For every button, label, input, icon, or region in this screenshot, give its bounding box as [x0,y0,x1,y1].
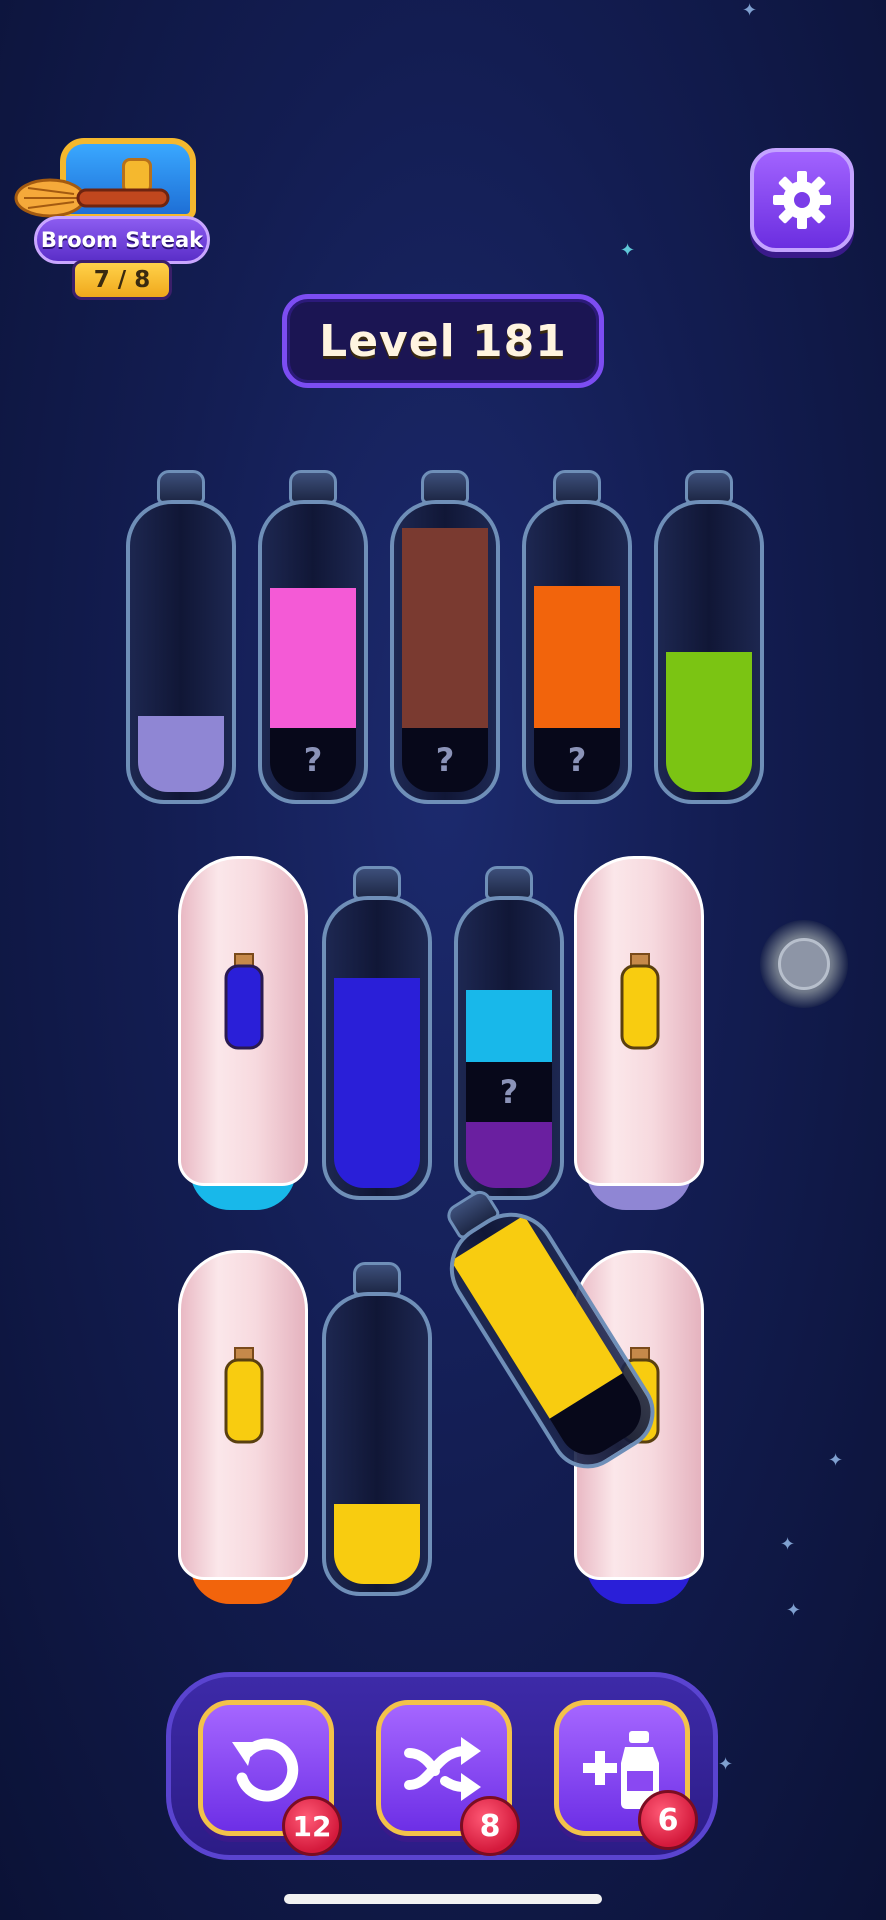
blue-bottle-hint-icon [224,953,264,1050]
liquid-layer [666,652,752,792]
bottle[interactable]: ? [258,470,368,804]
liquid-layer [270,588,356,728]
bottle[interactable]: ? [522,470,632,804]
star-decoration: ✦ [620,240,636,261]
touch-indicator [760,920,848,1008]
yellow-bottle-hint-icon [224,1347,264,1444]
bottle[interactable]: ? [454,866,564,1200]
shuffle-icon [404,1737,481,1801]
shuffle-count-badge: 8 [460,1796,520,1856]
bottle[interactable] [126,470,236,804]
liquid-layer [334,978,420,1188]
bottle[interactable] [322,866,432,1200]
bottle[interactable] [322,1262,432,1596]
star-decoration: ✦ [828,1450,844,1471]
yellow-bottle-hint-icon [620,953,660,1050]
settings-button[interactable] [750,148,854,252]
star-decoration: ✦ [780,1534,796,1555]
liquid-layer [451,1215,623,1419]
gear-icon [773,171,831,229]
level-label: Level 181 [319,315,567,367]
broom-streak-count: 7 / 8 [72,260,172,300]
broom-streak-label: Broom Streak [34,216,210,264]
hidden-layer: ? [466,1062,552,1122]
broom-streak-widget[interactable]: Broom Streak 7 / 8 [10,118,210,308]
add-bottle-count-badge: 6 [638,1790,698,1850]
star-decoration: ✦ [742,0,758,21]
liquid-layer [534,586,620,728]
hidden-layer: ? [402,728,488,792]
level-indicator: Level 181 [282,294,604,388]
bottle[interactable]: ? [390,470,500,804]
broom-icon [14,178,170,218]
star-decoration: ✦ [786,1600,802,1621]
undo-count-badge: 12 [282,1796,342,1856]
liquid-layer [138,716,224,792]
liquid-layer [466,990,552,1062]
covered-bottle[interactable] [178,856,308,1216]
liquid-layer [402,528,488,728]
undo-icon [232,1738,299,1802]
home-indicator[interactable] [284,1894,602,1904]
covered-bottle[interactable] [574,856,704,1216]
hidden-layer: ? [270,728,356,792]
liquid-layer [334,1504,420,1584]
covered-bottle[interactable] [178,1250,308,1610]
hidden-layer: ? [534,728,620,792]
star-decoration: ✦ [718,1754,734,1775]
bottle[interactable] [654,470,764,804]
